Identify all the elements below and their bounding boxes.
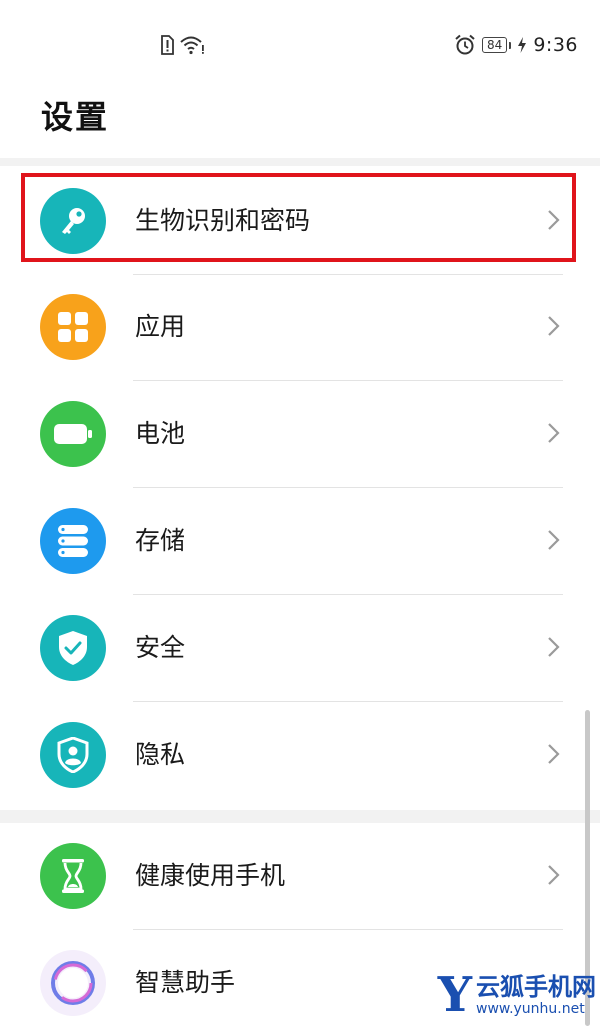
- watermark-url: www.yunhu.net: [476, 1001, 585, 1017]
- settings-item-biometrics[interactable]: 生物识别和密码: [0, 168, 600, 274]
- group-separator: [0, 810, 600, 823]
- settings-item-storage[interactable]: 存储: [0, 488, 600, 594]
- page-title: 设置: [41, 98, 110, 136]
- battery-level: 84: [482, 37, 508, 53]
- watermark: Y 云狐手机网 www.yunhu.net: [437, 967, 596, 1023]
- status-left: [160, 33, 206, 57]
- hourglass-icon: [40, 843, 106, 909]
- settings-item-label: 隐私: [135, 740, 186, 769]
- chevron-right-icon: [548, 865, 560, 885]
- settings-item-digital-balance[interactable]: 健康使用手机: [0, 823, 600, 929]
- chevron-right-icon: [548, 637, 560, 657]
- charging-bolt-icon: [518, 37, 527, 53]
- sim-alert-icon: [161, 35, 174, 55]
- battery-tip: [509, 41, 512, 49]
- settings-item-privacy[interactable]: 隐私: [0, 702, 600, 808]
- battery-icon: [40, 401, 106, 467]
- watermark-name: 云狐手机网: [476, 973, 596, 1001]
- chevron-right-icon: [548, 316, 560, 336]
- settings-item-label: 健康使用手机: [135, 861, 286, 890]
- settings-item-battery[interactable]: 电池: [0, 381, 600, 487]
- status-bar: 84 9:36: [0, 0, 600, 84]
- settings-item-label: 存储: [135, 526, 186, 555]
- chevron-right-icon: [548, 530, 560, 550]
- storage-icon: [40, 508, 106, 574]
- chevron-right-icon: [548, 210, 560, 230]
- apps-grid-icon: [40, 294, 106, 360]
- assistant-icon: [40, 950, 106, 1016]
- battery-indicator: 84: [482, 37, 512, 53]
- alarm-icon: [455, 34, 475, 55]
- chevron-right-icon: [548, 423, 560, 443]
- settings-item-label: 应用: [135, 312, 186, 341]
- settings-item-label: 安全: [135, 633, 186, 662]
- status-right: 84 9:36: [454, 31, 578, 59]
- settings-item-label: 电池: [135, 419, 186, 448]
- settings-item-apps[interactable]: 应用: [0, 274, 600, 380]
- settings-item-label: 智慧助手: [135, 968, 236, 997]
- watermark-logo: Y: [437, 967, 472, 1023]
- shield-check-icon: [40, 615, 106, 681]
- clock-time: 9:36: [533, 34, 578, 56]
- chevron-right-icon: [548, 744, 560, 764]
- privacy-icon: [40, 722, 106, 788]
- key-icon: [40, 188, 106, 254]
- settings-item-label: 生物识别和密码: [135, 206, 311, 235]
- watermark-text: 云狐手机网 www.yunhu.net: [476, 973, 596, 1017]
- wifi-icon: [180, 36, 204, 55]
- group-separator: [0, 158, 600, 166]
- settings-item-security[interactable]: 安全: [0, 595, 600, 701]
